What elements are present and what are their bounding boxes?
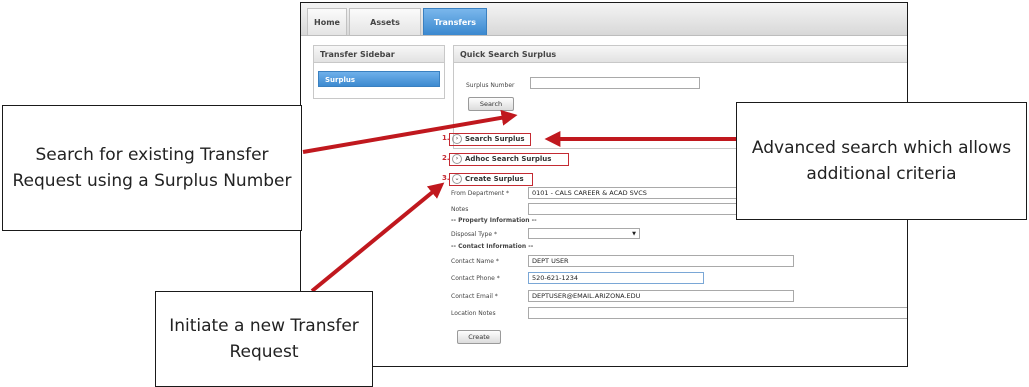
- property-info-heading: -- Property Information --: [451, 217, 537, 224]
- tab-assets[interactable]: Assets: [349, 8, 421, 35]
- top-nav: Home Assets Transfers: [301, 3, 907, 36]
- section-search-surplus[interactable]: › Search Surplus: [449, 133, 531, 146]
- sidebar-item-surplus[interactable]: Surplus: [318, 71, 440, 87]
- callout-initiate-new: Initiate a new Transfer Request: [155, 291, 373, 387]
- create-button[interactable]: Create: [457, 330, 501, 344]
- callout-text: Advanced search which allows additional …: [751, 137, 1012, 184]
- callout-advanced-search: Advanced search which allows additional …: [736, 102, 1027, 220]
- from-department-label: From Department *: [451, 190, 509, 197]
- tab-home[interactable]: Home: [307, 8, 347, 35]
- callout-text: Search for existing Transfer Request usi…: [12, 144, 292, 191]
- section-label: Adhoc Search Surplus: [465, 155, 552, 163]
- section-adhoc-search-surplus[interactable]: › Adhoc Search Surplus: [449, 153, 569, 166]
- sidebar: Surplus: [313, 63, 445, 99]
- disposal-type-label: Disposal Type *: [451, 231, 497, 238]
- section-label: Search Surplus: [465, 135, 525, 143]
- section-label: Create Surplus: [465, 175, 524, 183]
- contact-name-label: Contact Name *: [451, 258, 499, 265]
- surplus-number-label: Surplus Number: [466, 82, 515, 89]
- search-button[interactable]: Search: [468, 97, 514, 111]
- quick-search-title: Quick Search Surplus: [453, 45, 907, 63]
- sidebar-title: Transfer Sidebar: [313, 45, 445, 63]
- tab-transfers[interactable]: Transfers: [423, 8, 487, 35]
- notes-label: Notes: [451, 206, 469, 213]
- dropdown-arrow-icon: ▼: [632, 231, 636, 237]
- disposal-type-select[interactable]: ▼: [528, 228, 640, 239]
- callout-text: Initiate a new Transfer Request: [169, 315, 359, 362]
- section-create-surplus[interactable]: ⌄ Create Surplus: [449, 173, 533, 186]
- contact-email-input[interactable]: DEPTUSER@EMAIL.ARIZONA.EDU: [528, 290, 794, 302]
- chevron-right-icon: ›: [452, 134, 462, 144]
- chevron-right-icon: ›: [452, 154, 462, 164]
- surplus-number-input[interactable]: [530, 77, 700, 89]
- contact-info-heading: -- Contact Information --: [451, 243, 534, 250]
- callout-search-existing: Search for existing Transfer Request usi…: [2, 105, 302, 231]
- contact-email-label: Contact Email *: [451, 293, 498, 300]
- location-notes-input[interactable]: [528, 307, 907, 319]
- from-department-input[interactable]: 0101 - CALS CAREER & ACAD SVCS: [528, 187, 750, 199]
- contact-name-input[interactable]: DEPT USER: [528, 255, 794, 267]
- chevron-down-icon: ⌄: [452, 174, 462, 184]
- contact-phone-label: Contact Phone *: [451, 275, 500, 282]
- location-notes-label: Location Notes: [451, 310, 496, 317]
- contact-phone-input[interactable]: 520-621-1234: [528, 272, 704, 284]
